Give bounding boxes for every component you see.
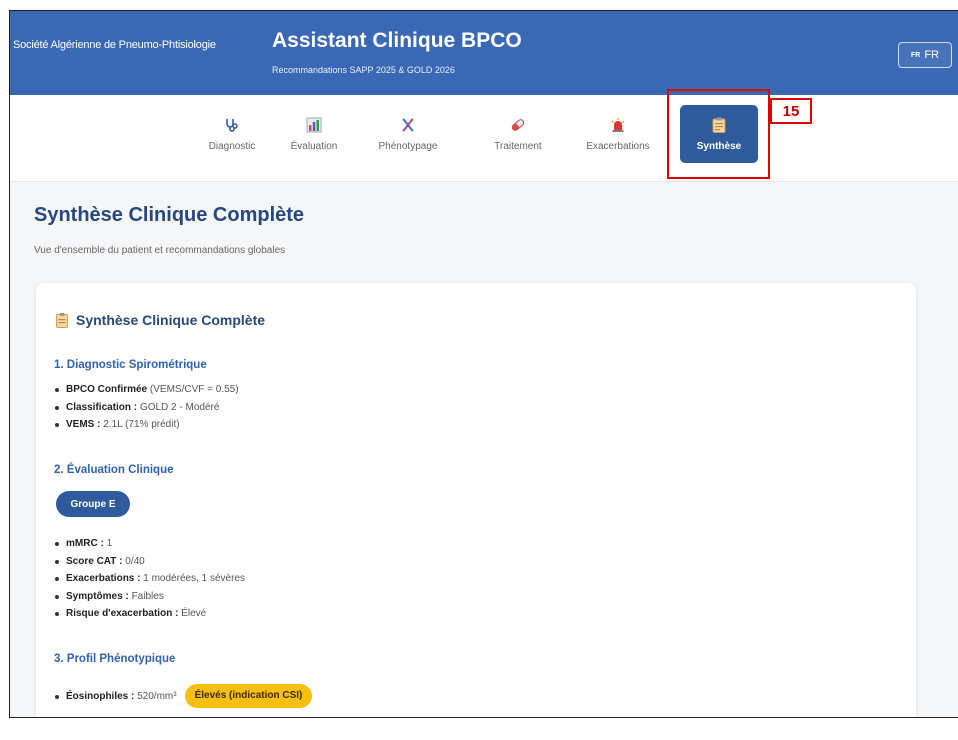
tab-label: Traitement — [494, 140, 542, 152]
clipboard-icon — [56, 312, 68, 328]
list-item: Classification : GOLD 2 - Modéré — [54, 399, 239, 417]
card-title-text: Synthèse Clinique Complète — [76, 312, 266, 328]
tab-label: Évaluation — [290, 140, 338, 152]
annotation-number: 15 — [770, 98, 812, 124]
tab-diagnostic[interactable]: Diagnostic — [200, 105, 264, 163]
app-title: Assistant Clinique BPCO — [272, 29, 522, 52]
app-subtitle: Recommandations SAPP 2025 & GOLD 2026 — [272, 65, 455, 75]
tab-bar: Diagnostic Évaluation Phénotypage Traite… — [10, 95, 958, 182]
card-title: Synthèse Clinique Complète — [56, 312, 265, 328]
tab-label: Diagnostic — [208, 140, 256, 152]
siren-icon — [610, 117, 626, 133]
app-frame: Société Algérienne de Pneumo-Phtisiologi… — [9, 10, 958, 718]
language-button[interactable]: FR FR — [898, 42, 952, 68]
page-subtitle: Vue d'ensemble du patient et recommandat… — [34, 245, 286, 256]
tab-evaluation[interactable]: Évaluation — [282, 105, 346, 163]
tab-label: Phénotypage — [378, 140, 438, 152]
list-item: Score CAT : 0/40 — [54, 553, 245, 571]
list-item: Exacerbations : 1 modérées, 1 sévères — [54, 570, 245, 588]
dna-icon — [400, 117, 416, 133]
annotation-highlight — [667, 89, 770, 179]
bar-chart-icon — [306, 117, 322, 133]
list-item: Symptômes : Faibles — [54, 588, 245, 606]
list-item: mMRC : 1 — [54, 535, 245, 553]
section-phenotype-title: 3. Profil Phénotypique — [54, 653, 176, 665]
phenotype-list: Éosinophiles : 520/mm³ Élevés (indication… — [54, 684, 313, 710]
app-header: Société Algérienne de Pneumo-Phtisiologi… — [10, 11, 958, 95]
pill-icon — [510, 117, 526, 133]
synthesis-card: Synthèse Clinique Complète 1. Diagnostic… — [36, 283, 916, 717]
list-item: BPCO Confirmée (VEMS/CVF = 0.55) — [54, 381, 239, 399]
list-item: Éosinophiles : 520/mm³ Élevés (indication… — [54, 684, 313, 710]
page-title: Synthèse Clinique Complète — [34, 204, 305, 226]
evaluation-list: mMRC : 1 Score CAT : 0/40 Exacerbations … — [54, 535, 245, 623]
stethoscope-icon — [224, 117, 240, 133]
tab-traitement[interactable]: Traitement — [483, 105, 553, 163]
tab-label: Exacerbations — [586, 140, 650, 152]
language-label: FR — [924, 49, 939, 61]
diagnostic-list: BPCO Confirmée (VEMS/CVF = 0.55) Classif… — [54, 381, 239, 434]
list-item: Risque d'exacerbation : Élevé — [54, 605, 245, 623]
section-diagnostic-title: 1. Diagnostic Spirométrique — [54, 359, 207, 371]
organization-name: Société Algérienne de Pneumo-Phtisiologi… — [13, 39, 216, 51]
eosinophil-badge: Élevés (indication CSI) — [184, 684, 313, 709]
section-evaluation-title: 2. Évaluation Clinique — [54, 464, 174, 476]
flag-icon: FR — [910, 51, 921, 59]
group-badge: Groupe E — [56, 491, 130, 517]
tab-phenotypage[interactable]: Phénotypage — [373, 105, 443, 163]
list-item: VEMS : 2.1L (71% prédit) — [54, 416, 239, 434]
tab-exacerbations[interactable]: Exacerbations — [576, 105, 660, 163]
